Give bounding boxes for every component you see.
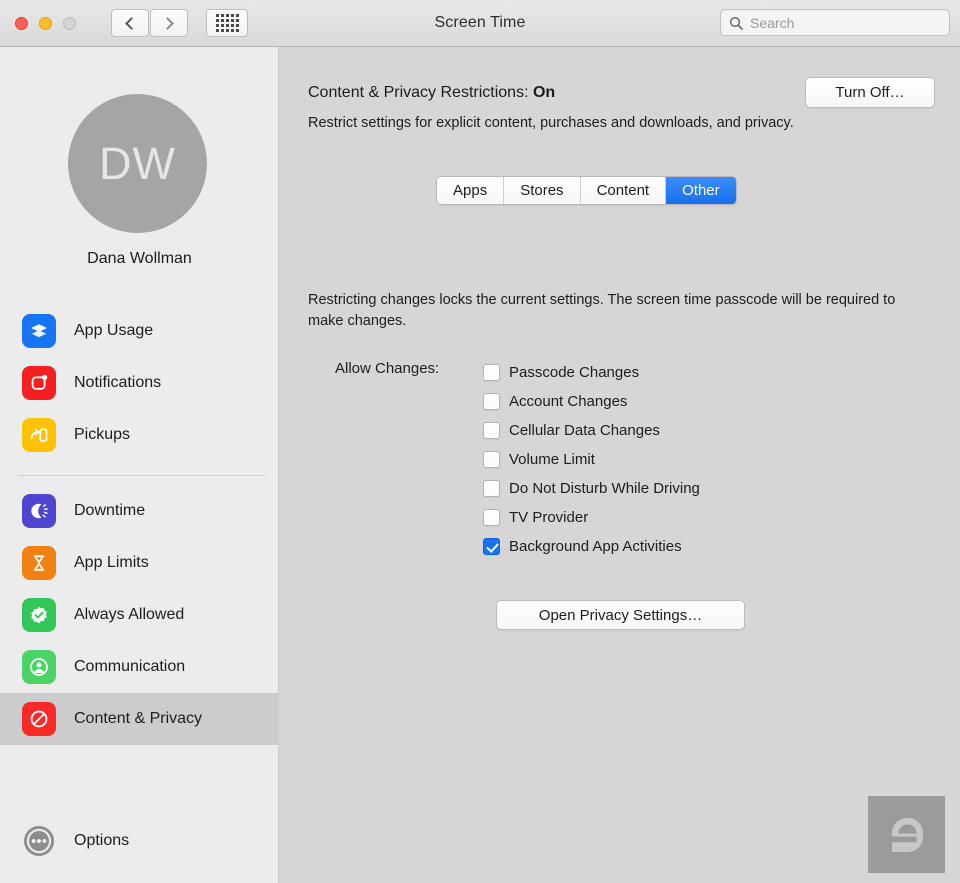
moon-sun-icon bbox=[22, 494, 56, 528]
sidebar-item-content-privacy[interactable]: Content & Privacy bbox=[0, 693, 279, 745]
allow-changes-label: Allow Changes: bbox=[335, 360, 440, 377]
watermark-e-icon bbox=[891, 817, 923, 852]
tab-other[interactable]: Other bbox=[666, 177, 736, 204]
sidebar-item-label: Options bbox=[74, 832, 130, 849]
sidebar-item-label: Notifications bbox=[74, 374, 162, 391]
checkbox-label: Volume Limit bbox=[509, 451, 595, 468]
avatar: DW bbox=[68, 94, 207, 233]
avatar-initials: DW bbox=[99, 137, 176, 189]
sidebar-item-label: Content & Privacy bbox=[74, 710, 203, 727]
main-content: Content & Privacy Restrictions: On Restr… bbox=[280, 47, 960, 883]
checkbox-label: Passcode Changes bbox=[509, 364, 640, 381]
checkbox-row-do-not-disturb-while-driving[interactable]: Do Not Disturb While Driving bbox=[483, 474, 700, 503]
checkbox-row-cellular-data-changes[interactable]: Cellular Data Changes bbox=[483, 416, 700, 445]
checkbox-account-changes[interactable] bbox=[483, 393, 500, 410]
checkbox-row-background-app-activities[interactable]: Background App Activities bbox=[483, 532, 700, 561]
checkbox-volume-limit[interactable] bbox=[483, 451, 500, 468]
open-privacy-settings-button[interactable]: Open Privacy Settings… bbox=[496, 600, 745, 630]
person-icon bbox=[22, 650, 56, 684]
sidebar-item-app-usage[interactable]: App Usage bbox=[0, 305, 279, 357]
checkbadge-icon bbox=[22, 598, 56, 632]
engadget-watermark bbox=[868, 796, 945, 873]
hourglass-icon bbox=[22, 546, 56, 580]
allow-changes-checkbox-list: Passcode Changes Account Changes Cellula… bbox=[483, 358, 700, 561]
sidebar-item-label: Pickups bbox=[74, 426, 131, 443]
checkbox-row-tv-provider[interactable]: TV Provider bbox=[483, 503, 700, 532]
tab-apps[interactable]: Apps bbox=[437, 177, 505, 204]
checkbox-background-app-activities[interactable] bbox=[483, 538, 500, 555]
restrictions-state: On bbox=[532, 84, 556, 101]
checkbox-label: Do Not Disturb While Driving bbox=[509, 480, 700, 497]
tab-stores[interactable]: Stores bbox=[504, 177, 581, 204]
page-title: Content & Privacy Restrictions: On bbox=[308, 84, 555, 102]
sidebar-item-label: Downtime bbox=[74, 502, 146, 519]
sidebar-item-label: App Usage bbox=[74, 322, 154, 339]
notification-icon bbox=[22, 366, 56, 400]
page-subtitle: Restrict settings for explicit content, … bbox=[308, 115, 794, 131]
sidebar-item-label: Communication bbox=[74, 658, 186, 675]
sidebar-group-limits: Downtime App Limits Always Allowed Commu… bbox=[0, 485, 279, 745]
checkbox-tv-provider[interactable] bbox=[483, 509, 500, 526]
screen-time-window: Screen Time DW Dana Wollman bbox=[0, 0, 960, 883]
search-input[interactable] bbox=[750, 14, 935, 31]
sidebar-item-notifications[interactable]: Notifications bbox=[0, 357, 279, 409]
sidebar-item-options[interactable]: Options bbox=[0, 815, 279, 867]
pickup-arrow-icon bbox=[22, 418, 56, 452]
sidebar: DW Dana Wollman App Usage Notifications … bbox=[0, 47, 279, 883]
page-title-prefix: Content & Privacy Restrictions: bbox=[308, 84, 533, 101]
checkbox-label: TV Provider bbox=[509, 509, 589, 526]
checkbox-do-not-disturb-while-driving[interactable] bbox=[483, 480, 500, 497]
sidebar-item-label: Always Allowed bbox=[74, 606, 185, 623]
ellipsis-icon bbox=[22, 824, 56, 858]
sidebar-item-pickups[interactable]: Pickups bbox=[0, 409, 279, 461]
sidebar-item-downtime[interactable]: Downtime bbox=[0, 485, 279, 537]
search-icon bbox=[729, 16, 743, 30]
checkbox-cellular-data-changes[interactable] bbox=[483, 422, 500, 439]
tab-content[interactable]: Content bbox=[580, 177, 667, 204]
checkbox-passcode-changes[interactable] bbox=[483, 364, 500, 381]
window-titlebar: Screen Time bbox=[0, 0, 960, 47]
checkbox-row-passcode-changes[interactable]: Passcode Changes bbox=[483, 358, 700, 387]
checkbox-row-account-changes[interactable]: Account Changes bbox=[483, 387, 700, 416]
sidebar-item-always-allowed[interactable]: Always Allowed bbox=[0, 589, 279, 641]
sidebar-group-usage: App Usage Notifications Pickups bbox=[0, 305, 279, 461]
checkbox-row-volume-limit[interactable]: Volume Limit bbox=[483, 445, 700, 474]
checkbox-label: Account Changes bbox=[509, 393, 628, 410]
turn-off-button[interactable]: Turn Off… bbox=[805, 77, 935, 108]
restriction-note: Restricting changes locks the current se… bbox=[308, 292, 896, 329]
layers-icon bbox=[22, 314, 56, 348]
checkbox-label: Background App Activities bbox=[509, 538, 682, 555]
category-tabs: Apps Stores Content Other bbox=[436, 176, 737, 205]
prohibit-icon bbox=[22, 702, 56, 736]
sidebar-item-communication[interactable]: Communication bbox=[0, 641, 279, 693]
sidebar-group-options: Options bbox=[0, 815, 279, 867]
sidebar-divider bbox=[18, 475, 265, 476]
checkbox-label: Cellular Data Changes bbox=[509, 422, 660, 439]
sidebar-item-label: App Limits bbox=[74, 554, 149, 571]
search-field[interactable] bbox=[720, 9, 950, 36]
sidebar-item-app-limits[interactable]: App Limits bbox=[0, 537, 279, 589]
user-name: Dana Wollman bbox=[87, 250, 192, 267]
